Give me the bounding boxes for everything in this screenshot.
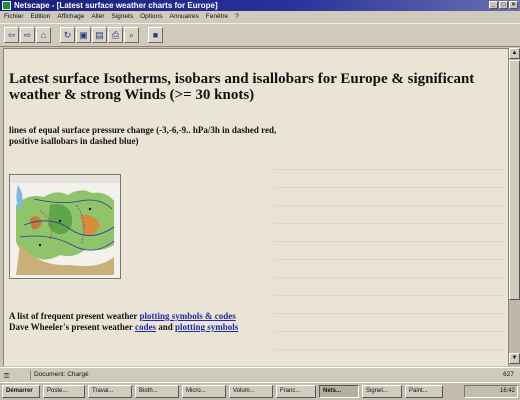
- system-tray: 16:42: [464, 385, 518, 398]
- vertical-scrollbar[interactable]: ▲ ▼: [508, 48, 520, 366]
- links-line-1-text: A list of frequent present weather: [9, 311, 140, 321]
- window-controls: _ □ ×: [489, 1, 518, 9]
- minimize-button[interactable]: _: [489, 1, 498, 9]
- menu-signets[interactable]: Signets: [111, 11, 133, 23]
- page-subtitle: lines of equal surface pressure change (…: [9, 125, 429, 147]
- taskbar-item[interactable]: Micro...: [182, 385, 226, 398]
- links-line-1: A list of frequent present weather plott…: [9, 311, 429, 322]
- find-icon[interactable]: ⌕: [124, 27, 139, 43]
- taskbar-item[interactable]: Franc...: [276, 385, 316, 398]
- status-separator: [30, 370, 31, 380]
- title-bar: Netscape - [Latest surface weather chart…: [0, 0, 520, 11]
- menu-fichier[interactable]: Fichier: [4, 11, 24, 23]
- status-bar: ⚿ Document: Chargé 627: [0, 367, 520, 381]
- page-headline: Latest surface Isotherms, isobars and is…: [9, 71, 475, 103]
- stop-icon[interactable]: ■: [148, 27, 163, 43]
- screen: Netscape - [Latest surface weather chart…: [0, 0, 520, 400]
- taskbar-item[interactable]: Volum...: [229, 385, 273, 398]
- subtitle-line-1: lines of equal surface pressure change (…: [9, 125, 277, 135]
- links-line-2: Dave Wheeler's present weather codes and…: [9, 322, 429, 333]
- scroll-thumb[interactable]: [509, 60, 520, 300]
- page-content: Latest surface Isotherms, isobars and is…: [3, 48, 508, 366]
- subtitle-line-2: positive isallobars in dashed blue): [9, 136, 139, 146]
- menu-edition[interactable]: Edition: [31, 11, 51, 23]
- links-line-2-text: Dave Wheeler's present weather: [9, 322, 135, 332]
- menu-help[interactable]: ?: [235, 11, 239, 23]
- taskbar: Démarrer Poste... Travai... Bioth... Mic…: [0, 382, 520, 400]
- status-text: Document: Chargé: [34, 371, 89, 378]
- scroll-up-button[interactable]: ▲: [509, 48, 520, 59]
- links-block: A list of frequent present weather plott…: [9, 311, 429, 333]
- start-label: Démarrer: [6, 388, 33, 394]
- taskbar-item-active[interactable]: Nets...: [319, 385, 359, 398]
- taskbar-item[interactable]: Poste...: [43, 385, 85, 398]
- taskbar-item[interactable]: Signet...: [362, 385, 402, 398]
- close-button[interactable]: ×: [509, 1, 518, 9]
- menu-bar: Fichier Edition Affichage Aller Signets …: [0, 11, 520, 23]
- maximize-button[interactable]: □: [499, 1, 508, 9]
- home-icon[interactable]: ⌂: [36, 27, 51, 43]
- print-icon[interactable]: ⎙: [108, 27, 123, 43]
- back-arrow-icon[interactable]: ⇦: [4, 27, 19, 43]
- taskbar-item[interactable]: Travai...: [88, 385, 132, 398]
- plotting-symbols-codes-link[interactable]: plotting symbols & codes: [140, 311, 236, 321]
- status-right: 627: [503, 371, 514, 378]
- scroll-down-button[interactable]: ▼: [509, 353, 520, 364]
- menu-annuaires[interactable]: Annuaires: [169, 11, 198, 23]
- menu-aller[interactable]: Aller: [91, 11, 104, 23]
- codes-link[interactable]: codes: [135, 322, 156, 332]
- forward-arrow-icon[interactable]: ⇨: [20, 27, 35, 43]
- images-icon[interactable]: ▣: [76, 27, 91, 43]
- menu-options[interactable]: Options: [140, 11, 162, 23]
- start-button[interactable]: Démarrer: [2, 385, 40, 398]
- weather-map-thumbnail[interactable]: [9, 174, 121, 279]
- menu-fenetre[interactable]: Fenêtre: [206, 11, 228, 23]
- open-icon[interactable]: ▤: [92, 27, 107, 43]
- toolbar: ⇦ ⇨ ⌂ ↻ ▣ ▤ ⎙ ⌕ ■: [0, 23, 520, 47]
- links-line-2-and: and: [155, 322, 175, 332]
- weather-map-image: [10, 175, 120, 278]
- taskbar-item[interactable]: Bioth...: [135, 385, 179, 398]
- taskbar-item[interactable]: Paint...: [405, 385, 443, 398]
- menu-affichage[interactable]: Affichage: [57, 11, 84, 23]
- reload-icon[interactable]: ↻: [60, 27, 75, 43]
- window-title: Netscape - [Latest surface weather chart…: [14, 1, 218, 10]
- netscape-app-icon[interactable]: [2, 1, 11, 10]
- plotting-symbols-link[interactable]: plotting symbols: [175, 322, 238, 332]
- clock[interactable]: 16:42: [500, 388, 515, 394]
